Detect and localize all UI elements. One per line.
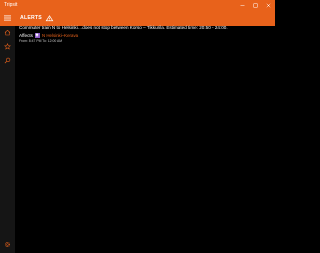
search-icon (4, 57, 11, 64)
alerts-list: Commuter train N to Helsinki…does not st… (19, 25, 269, 44)
affects-label: Affects (19, 32, 33, 38)
maximize-icon (253, 3, 258, 7)
close-icon (266, 3, 271, 7)
nav-search[interactable] (0, 54, 15, 67)
hamburger-menu-button[interactable] (0, 10, 15, 26)
affects-row: Affects N Helsinki–Kerava (19, 32, 269, 38)
nav-favorites[interactable] (0, 40, 15, 53)
star-icon (4, 43, 11, 50)
alerts-icon (45, 14, 54, 21)
train-icon (34, 32, 40, 38)
nav-home[interactable] (0, 26, 15, 39)
alert-item[interactable]: Commuter train N to Helsinki…does not st… (19, 25, 269, 44)
page-header: ALERTS (15, 10, 275, 26)
app-title: Tripsit (4, 2, 18, 8)
sidebar (0, 26, 15, 253)
home-icon (4, 29, 11, 36)
nav-settings[interactable] (0, 238, 15, 251)
affected-route-link[interactable]: N Helsinki–Kerava (42, 33, 78, 38)
minimize-button[interactable] (236, 0, 249, 10)
window-titlebar: Tripsit (0, 0, 275, 10)
alert-validity: From: 8:47 PM To: 12:00 AM (19, 39, 63, 43)
hamburger-menu-icon (4, 15, 11, 21)
minimize-icon (240, 4, 245, 6)
close-button[interactable] (262, 0, 275, 10)
maximize-button[interactable] (249, 0, 262, 10)
settings-icon (5, 242, 10, 247)
page-title: ALERTS (20, 15, 42, 21)
alert-message: Commuter train N to Helsinki…does not st… (19, 25, 228, 30)
